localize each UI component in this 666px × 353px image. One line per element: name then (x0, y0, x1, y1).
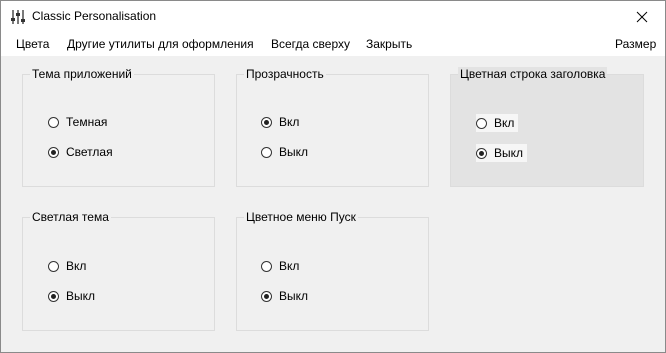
menu-bar: Цвета Другие утилиты для оформления Всег… (1, 32, 665, 56)
radio-label: Вкл (279, 259, 300, 273)
radio-label: Темная (66, 115, 108, 129)
close-button[interactable] (619, 1, 665, 32)
title-bar[interactable]: Classic Personalisation (1, 1, 665, 32)
radio-label: Вкл (66, 259, 87, 273)
close-icon (636, 11, 648, 22)
menu-size[interactable]: Размер (615, 37, 656, 51)
radio-button[interactable] (48, 260, 59, 272)
group-colored-start: Цветное меню Пуск Вкл Выкл (236, 210, 429, 331)
group-transparency: Прозрачность Вкл Выкл (236, 67, 429, 187)
menu-colors[interactable]: Цвета (16, 37, 49, 51)
equalizer-sliders-icon (11, 10, 25, 24)
radio-app-theme-dark[interactable]: Темная (48, 115, 111, 129)
menu-other-utilities[interactable]: Другие утилиты для оформления (67, 37, 254, 51)
radio-button[interactable] (261, 260, 272, 272)
menu-always-on-top[interactable]: Всегда сверху (271, 37, 350, 51)
group-light-theme: Светлая тема Вкл Выкл (22, 210, 215, 331)
radio-button[interactable] (48, 116, 59, 128)
radio-button[interactable] (476, 147, 487, 159)
radio-transparency-on[interactable]: Вкл (261, 115, 303, 129)
radio-button[interactable] (261, 116, 272, 128)
window-title: Classic Personalisation (32, 9, 157, 23)
group-colored-start-title: Цветное меню Пуск (244, 210, 358, 224)
radio-label: Выкл (66, 289, 96, 303)
radio-label: Вкл (279, 115, 300, 129)
radio-light-theme-off[interactable]: Выкл (48, 289, 99, 303)
radio-colored-titlebar-on[interactable]: Вкл (476, 114, 519, 132)
radio-colored-start-on[interactable]: Вкл (261, 259, 303, 273)
group-transparency-title: Прозрачность (244, 67, 326, 81)
radio-label: Выкл (494, 146, 524, 160)
menu-close[interactable]: Закрыть (366, 37, 412, 51)
group-colored-titlebar: Цветная строка заголовка Вкл Выкл (450, 67, 644, 187)
radio-button[interactable] (261, 146, 272, 158)
radio-app-theme-light[interactable]: Светлая (48, 145, 117, 159)
group-light-theme-title: Светлая тема (30, 210, 111, 224)
radio-colored-start-off[interactable]: Выкл (261, 289, 312, 303)
group-colored-titlebar-title: Цветная строка заголовка (458, 67, 608, 81)
group-app-theme-title: Тема приложений (30, 67, 134, 81)
group-app-theme: Тема приложений Темная Светлая (22, 67, 215, 187)
radio-button[interactable] (48, 146, 59, 158)
radio-label: Выкл (279, 145, 309, 159)
radio-light-theme-on[interactable]: Вкл (48, 259, 90, 273)
radio-button[interactable] (48, 290, 59, 302)
radio-button[interactable] (476, 117, 487, 129)
radio-label: Выкл (279, 289, 309, 303)
radio-label: Светлая (66, 145, 113, 159)
radio-colored-titlebar-off[interactable]: Выкл (476, 144, 528, 162)
radio-button[interactable] (261, 290, 272, 302)
radio-transparency-off[interactable]: Выкл (261, 145, 312, 159)
app-window: Classic Personalisation Цвета Другие ути… (0, 0, 666, 353)
radio-label: Вкл (494, 116, 515, 130)
